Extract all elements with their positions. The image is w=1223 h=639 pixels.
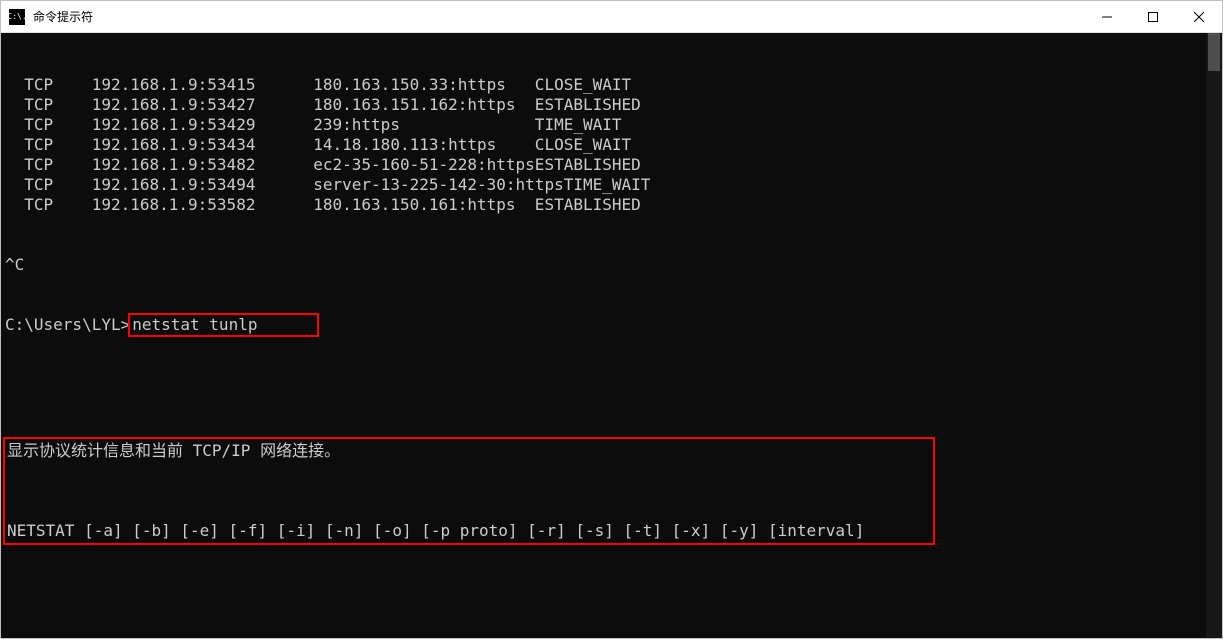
titlebar[interactable]: C:\. 命令提示符 <box>1 1 1222 33</box>
window-frame: C:\. 命令提示符 TCP 192.168.1.9:53415 180.163… <box>0 0 1223 639</box>
minimize-button[interactable] <box>1084 1 1130 33</box>
window-title: 命令提示符 <box>33 8 93 25</box>
help-highlight-block: 显示协议统计信息和当前 TCP/IP 网络连接。 NETSTAT [-a] [-… <box>3 437 935 545</box>
help-syntax: NETSTAT [-a] [-b] [-e] [-f] [-i] [-n] [-… <box>7 521 931 541</box>
terminal-viewport[interactable]: TCP 192.168.1.9:53415 180.163.150.33:htt… <box>1 33 1222 638</box>
minimize-icon <box>1102 12 1112 22</box>
command-highlight: netstat tunlp <box>128 313 319 337</box>
maximize-icon <box>1148 12 1158 22</box>
close-button[interactable] <box>1176 1 1222 33</box>
connection-row: TCP 192.168.1.9:53434 14.18.180.113:http… <box>5 135 1222 155</box>
help-summary: 显示协议统计信息和当前 TCP/IP 网络连接。 <box>7 441 931 461</box>
interrupt-line: ^C <box>5 255 1222 275</box>
connection-row: TCP 192.168.1.9:53427 180.163.151.162:ht… <box>5 95 1222 115</box>
connection-row: TCP 192.168.1.9:53494 server-13-225-142-… <box>5 175 1222 195</box>
app-icon: C:\. <box>9 9 25 25</box>
connection-row: TCP 192.168.1.9:53482 ec2-35-160-51-228:… <box>5 155 1222 175</box>
blank-line <box>5 375 1222 395</box>
prompt-line: C:\Users\LYL>netstat tunlp <box>5 315 1222 335</box>
connection-row: TCP 192.168.1.9:53429 239:https TIME_WAI… <box>5 115 1222 135</box>
connection-row: TCP 192.168.1.9:53582 180.163.150.161:ht… <box>5 195 1222 215</box>
close-icon <box>1194 12 1204 22</box>
prompt-command: netstat tunlp <box>132 315 257 334</box>
prompt-path: C:\Users\LYL> <box>5 315 130 334</box>
maximize-button[interactable] <box>1130 1 1176 33</box>
scroll-thumb[interactable] <box>1208 33 1220 71</box>
connection-table: TCP 192.168.1.9:53415 180.163.150.33:htt… <box>5 75 1222 215</box>
blank-line <box>5 589 1222 609</box>
blank-line <box>7 481 931 501</box>
connection-row: TCP 192.168.1.9:53415 180.163.150.33:htt… <box>5 75 1222 95</box>
vertical-scrollbar[interactable] <box>1206 33 1222 638</box>
